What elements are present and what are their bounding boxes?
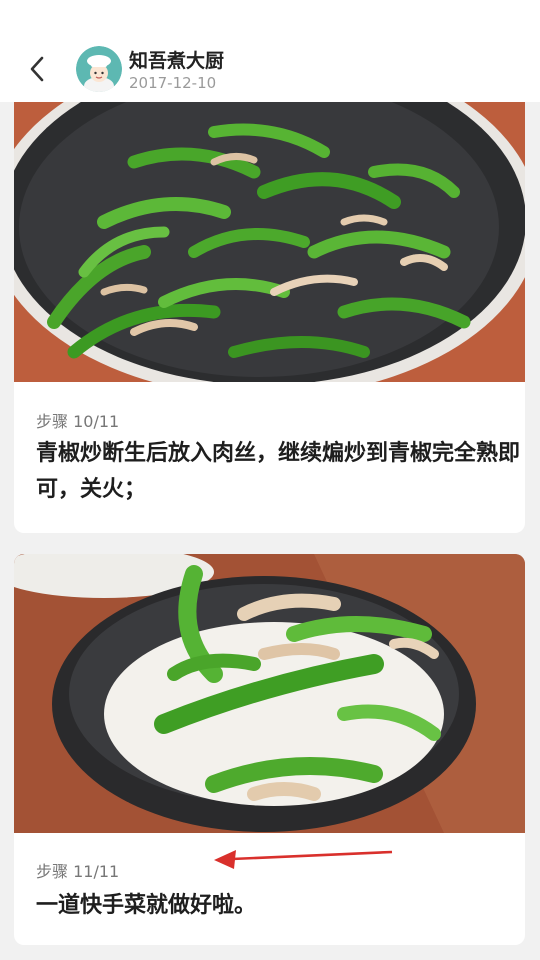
post-date: 2017-12-10 <box>129 74 217 92</box>
step-card: 步骤 11/11 一道快手菜就做好啦。 <box>14 554 525 945</box>
chevron-left-icon[interactable] <box>28 55 46 83</box>
stir-fry-pan-photo <box>14 102 525 382</box>
step-number-label: 步骤 11/11 <box>36 862 120 881</box>
annotation-arrow-icon <box>214 850 393 869</box>
step-number-label: 步骤 10/11 <box>36 412 120 431</box>
step-description: 青椒炒断生后放入肉丝，继续煸炒到青椒完全熟即可，关火； <box>36 441 521 502</box>
pepper-pork-rice-bowl-photo <box>14 554 525 833</box>
chef-avatar-icon <box>76 46 122 92</box>
author-avatar[interactable] <box>76 46 122 92</box>
author-name[interactable]: 知吾煮大厨 <box>129 46 224 73</box>
step-description: 一道快手菜就做好啦。 <box>36 893 257 918</box>
top-header: 知吾煮大厨 2017-12-10 <box>0 0 540 102</box>
back-button[interactable] <box>22 52 52 86</box>
step-card: 步骤 10/11 青椒炒断生后放入肉丝，继续煸炒到青椒完全熟即可，关火； <box>14 88 525 533</box>
